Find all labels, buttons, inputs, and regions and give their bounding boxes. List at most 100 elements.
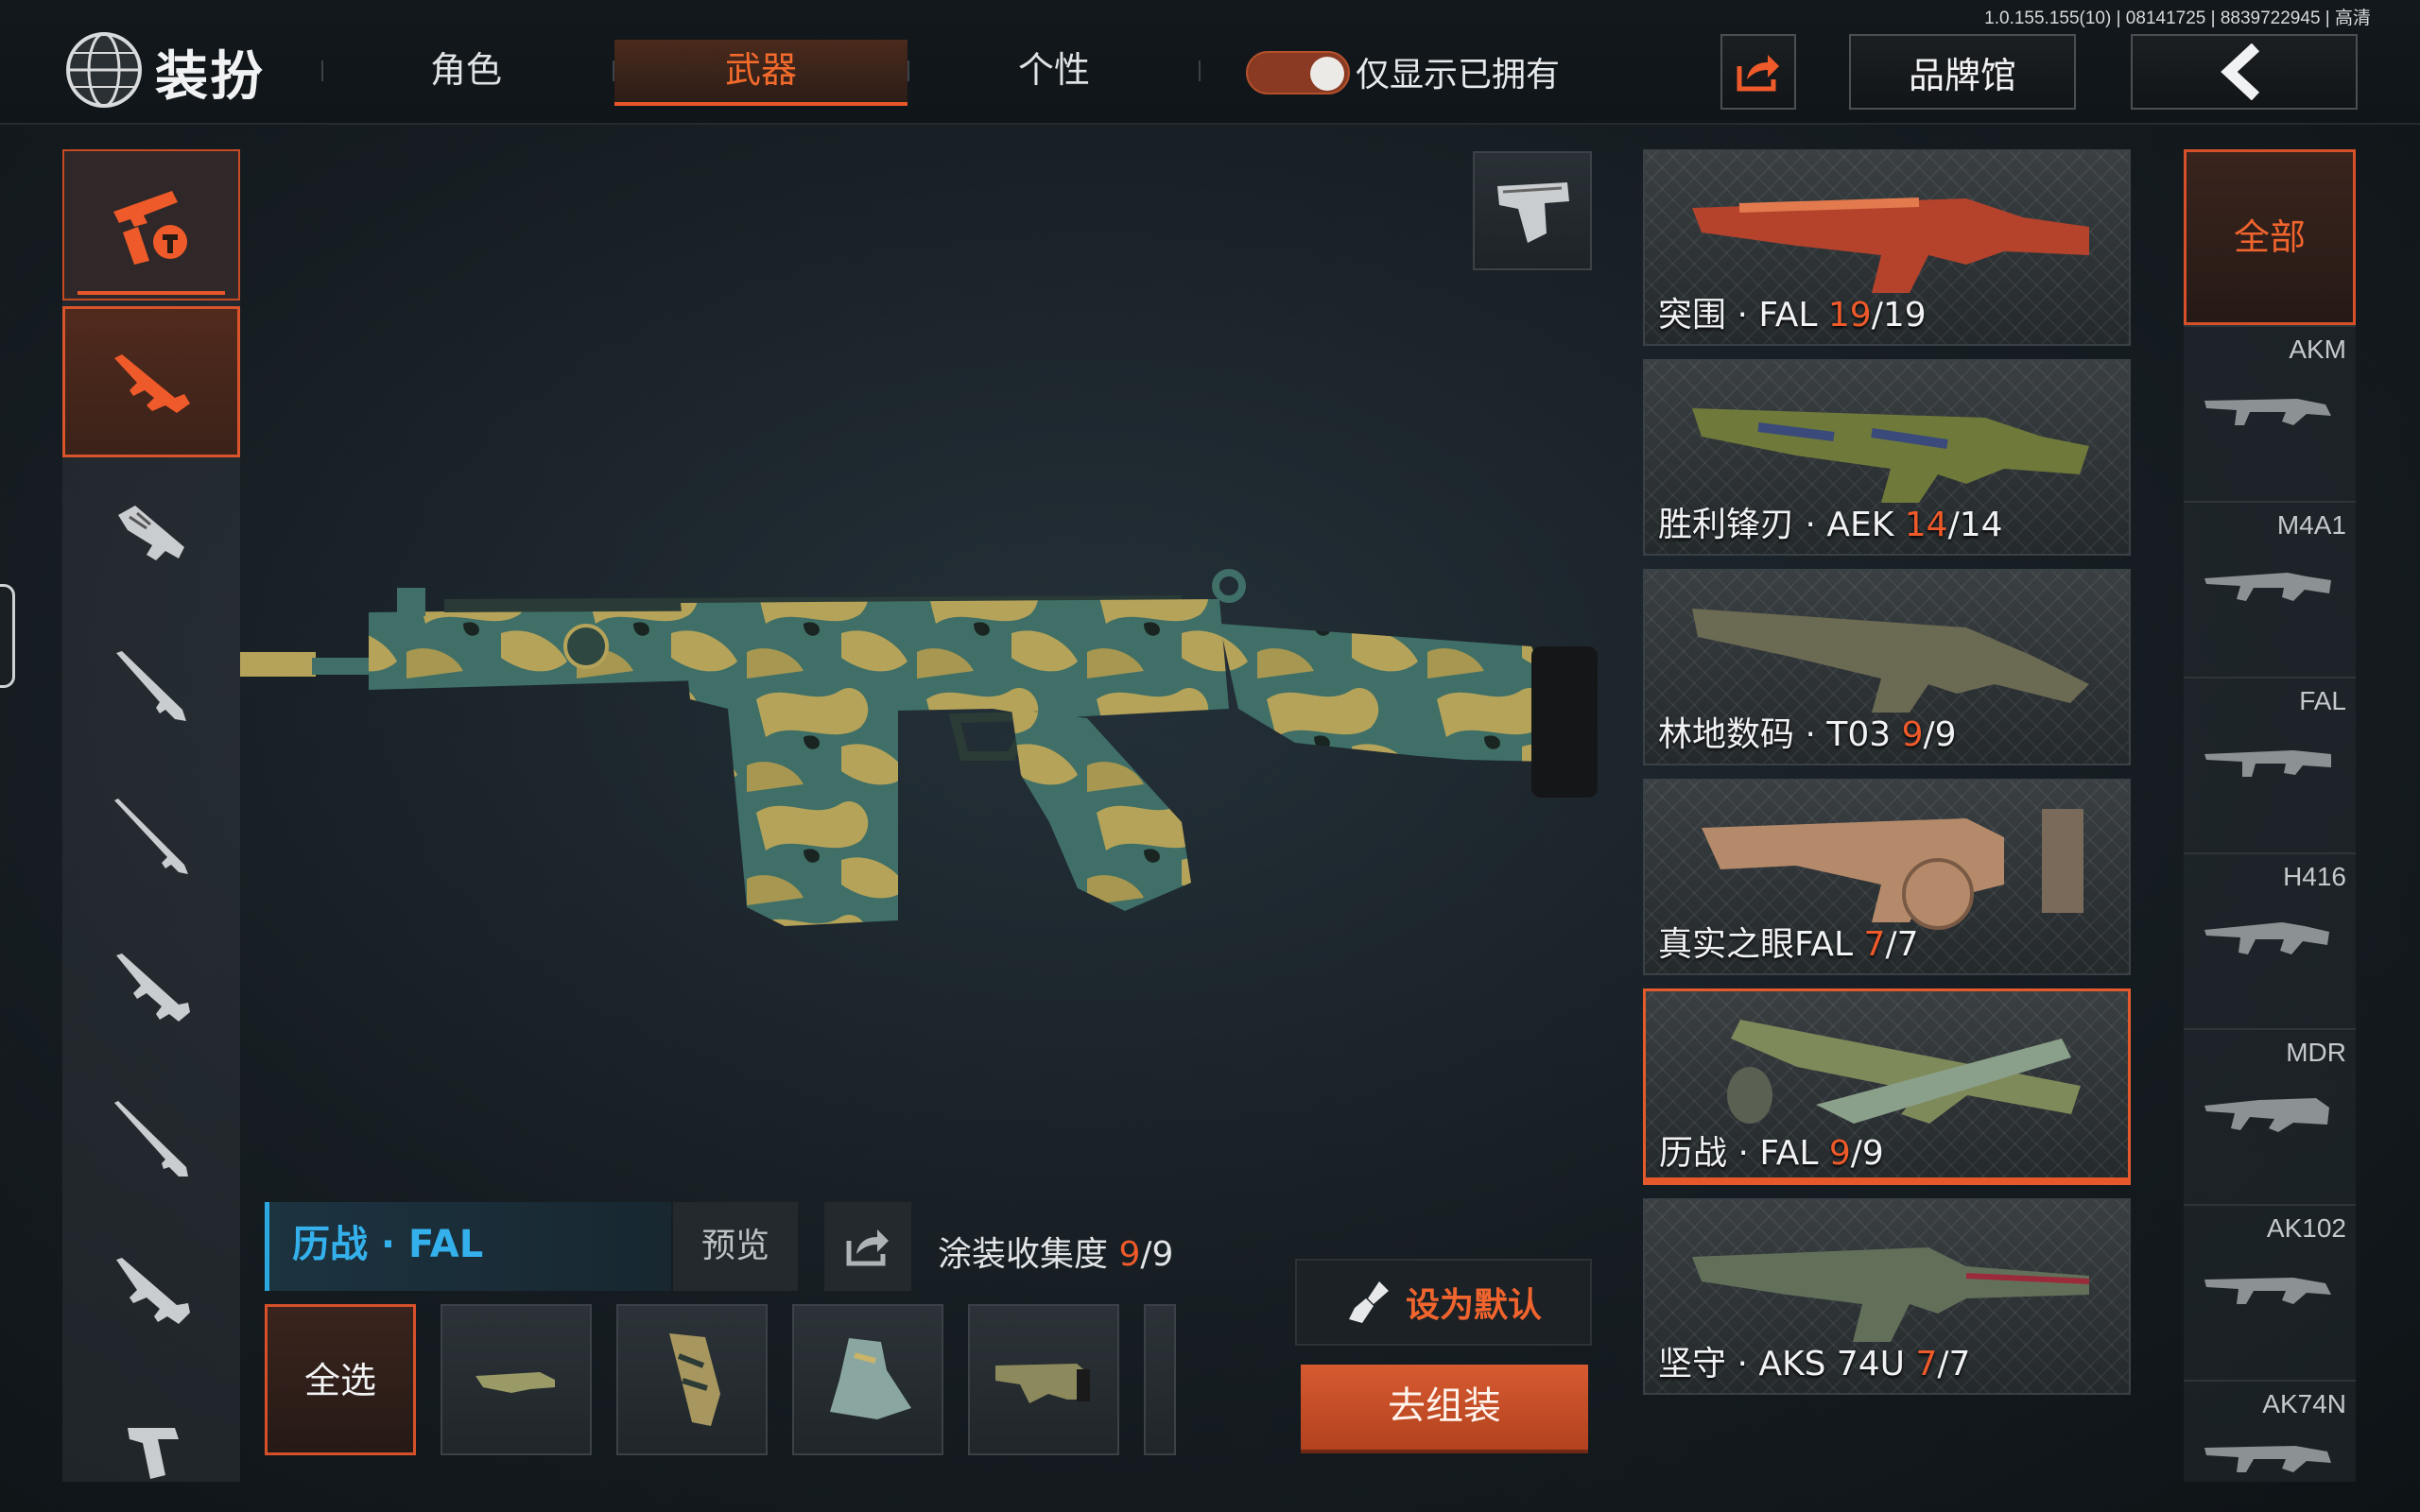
skin-thumbnail — [1692, 1247, 2090, 1342]
share-button[interactable] — [1720, 34, 1796, 110]
back-button[interactable] — [2131, 34, 2358, 110]
share-icon — [1737, 55, 1779, 92]
skin-thumbnail — [1727, 1020, 2081, 1124]
pistol-skin-icon — [1497, 182, 1569, 243]
select-all-button[interactable]: 全选 — [265, 1304, 416, 1455]
top-bar: 1.0.155.155(10) | 08141725 | 8839722945 … — [0, 0, 2420, 125]
rail-item-shotgun[interactable] — [62, 610, 240, 762]
skin-card-label: 坚守 · AKS 74U 7/7 — [1658, 1345, 1971, 1383]
skin-card-label: 林地数码 · T03 9/9 — [1658, 715, 1957, 754]
rail-item-assault-rifle[interactable] — [62, 306, 240, 457]
collection-label: 涂装收集度 — [938, 1235, 1109, 1274]
skin-card-label: 真实之眼FAL 7/7 — [1658, 925, 1919, 964]
rail-item-sniper[interactable] — [62, 762, 240, 913]
rail-item-bolt-rifle[interactable] — [62, 1064, 240, 1215]
lmg-icon — [116, 1258, 190, 1324]
preview-button[interactable]: 预览 — [673, 1202, 798, 1291]
weapon-category-icon — [113, 191, 187, 265]
filter-item-label: H416 — [2283, 862, 2346, 891]
collection-owned: 9 — [1118, 1235, 1141, 1274]
filter-all-button[interactable]: 全部 — [2184, 149, 2356, 325]
shotgun-icon — [116, 651, 186, 721]
tab-weapons[interactable]: 武器 — [614, 40, 908, 106]
tab-personality[interactable]: 个性 — [908, 40, 1201, 106]
m4a1-icon — [2204, 573, 2331, 601]
filter-item-label: MDR — [2286, 1038, 2346, 1067]
part-slot-receiver[interactable] — [441, 1304, 592, 1455]
filter-item-ak74n[interactable]: AK74N — [2184, 1380, 2356, 1512]
skin-card-selected[interactable]: 历战 · FAL 9/9 — [1643, 988, 2131, 1185]
share-skin-button[interactable] — [824, 1202, 911, 1291]
go-assemble-button[interactable]: 去组装 — [1301, 1365, 1588, 1450]
part-slot-body[interactable] — [968, 1304, 1119, 1455]
skin-thumbnail — [1692, 198, 2089, 293]
part-slot-grip[interactable] — [616, 1304, 768, 1455]
skin-card[interactable]: 胜利锋刃 · AEK 14/14 — [1643, 359, 2131, 556]
rail-item-lmg[interactable] — [62, 1215, 240, 1366]
weapon-filter-list: 全部 AKM M4A1 FAL H416 MDR AK102 AK74N — [2184, 149, 2356, 1482]
page-title: 装扮 — [155, 46, 265, 108]
filter-item-mdr[interactable]: MDR — [2184, 1028, 2356, 1204]
filter-item-label: AK102 — [2266, 1213, 2346, 1243]
dmr-icon — [116, 954, 190, 1022]
filter-item-ak102[interactable]: AK102 — [2184, 1204, 2356, 1380]
ak74n-icon — [2204, 1446, 2331, 1472]
rail-item-all-weapons[interactable] — [62, 149, 240, 301]
switch-pistol-button[interactable] — [1473, 151, 1592, 270]
brand-hall-button[interactable]: 品牌馆 — [1849, 34, 2076, 110]
filter-item-label: FAL — [2299, 686, 2346, 715]
receiver-part-icon — [475, 1372, 555, 1393]
skin-thumbnail — [1692, 609, 2089, 713]
filter-item-akm[interactable]: AKM — [2184, 325, 2356, 501]
skin-card[interactable]: 坚守 · AKS 74U 7/7 — [1643, 1198, 2131, 1395]
set-default-button[interactable]: 设为默认 — [1295, 1259, 1592, 1346]
skin-card-label: 历战 · FAL 9/9 — [1659, 1134, 1884, 1173]
current-skin-name: 历战 · FAL — [265, 1202, 671, 1291]
collection-total: /9 — [1140, 1235, 1174, 1274]
set-default-label: 设为默认 — [1405, 1286, 1542, 1325]
skin-card[interactable]: 林地数码 · T03 9/9 — [1643, 569, 2131, 765]
version-info: 1.0.155.155(10) | 08141725 | 8839722945 … — [1984, 9, 2371, 28]
h416-icon — [2204, 922, 2329, 954]
stock-part-icon — [830, 1338, 911, 1419]
collection-progress: 涂装收集度 9/9 — [938, 1227, 1173, 1276]
ak102-icon — [2204, 1278, 2331, 1304]
weapon-category-rail — [62, 149, 240, 1482]
tab-character[interactable]: 角色 — [320, 40, 613, 106]
toggle-knob — [1310, 57, 1344, 91]
divider — [1199, 60, 1201, 81]
part-slot-stock[interactable] — [792, 1304, 943, 1455]
part-slot-more[interactable] — [1144, 1304, 1176, 1455]
akm-icon — [2204, 399, 2331, 425]
side-drawer-handle[interactable] — [0, 584, 15, 688]
skin-card-label: 胜利锋刃 · AEK 14/14 — [1658, 506, 2003, 544]
grip-part-icon — [669, 1333, 720, 1426]
sniper-rifle-icon — [114, 799, 188, 874]
bolt-rifle-icon — [114, 1101, 188, 1177]
filter-item-label: AK74N — [2262, 1389, 2346, 1418]
skin-card[interactable]: 真实之眼FAL 7/7 — [1643, 779, 2131, 975]
pistol-icon — [128, 1428, 179, 1479]
smg-icon — [118, 506, 184, 560]
filter-item-label: M4A1 — [2276, 510, 2346, 540]
filter-item-fal[interactable]: FAL — [2184, 677, 2356, 852]
skin-card-label: 突围 · FAL 19/19 — [1658, 296, 1927, 335]
weapon-model-fal — [240, 569, 1598, 926]
share-icon — [846, 1229, 889, 1266]
back-arrow-icon — [2221, 43, 2260, 100]
filter-item-h416[interactable]: H416 — [2184, 852, 2356, 1028]
rail-item-smg[interactable] — [62, 459, 240, 610]
skin-thumbnail — [1692, 408, 2089, 503]
broom-icon — [1348, 1281, 1389, 1323]
filter-item-label: AKM — [2289, 335, 2346, 364]
owned-only-toggle[interactable] — [1246, 51, 1350, 94]
body-part-icon — [995, 1364, 1090, 1403]
rail-item-dmr[interactable] — [62, 913, 240, 1064]
globe-logo-icon — [66, 32, 142, 108]
filter-item-m4a1[interactable]: M4A1 — [2184, 501, 2356, 677]
assault-rifle-icon — [114, 354, 190, 413]
rail-item-pistol[interactable] — [62, 1366, 240, 1512]
owned-only-label: 仅显示已拥有 — [1356, 56, 1561, 94]
skin-card[interactable]: 突围 · FAL 19/19 — [1643, 149, 2131, 346]
mdr-icon — [2204, 1098, 2329, 1132]
